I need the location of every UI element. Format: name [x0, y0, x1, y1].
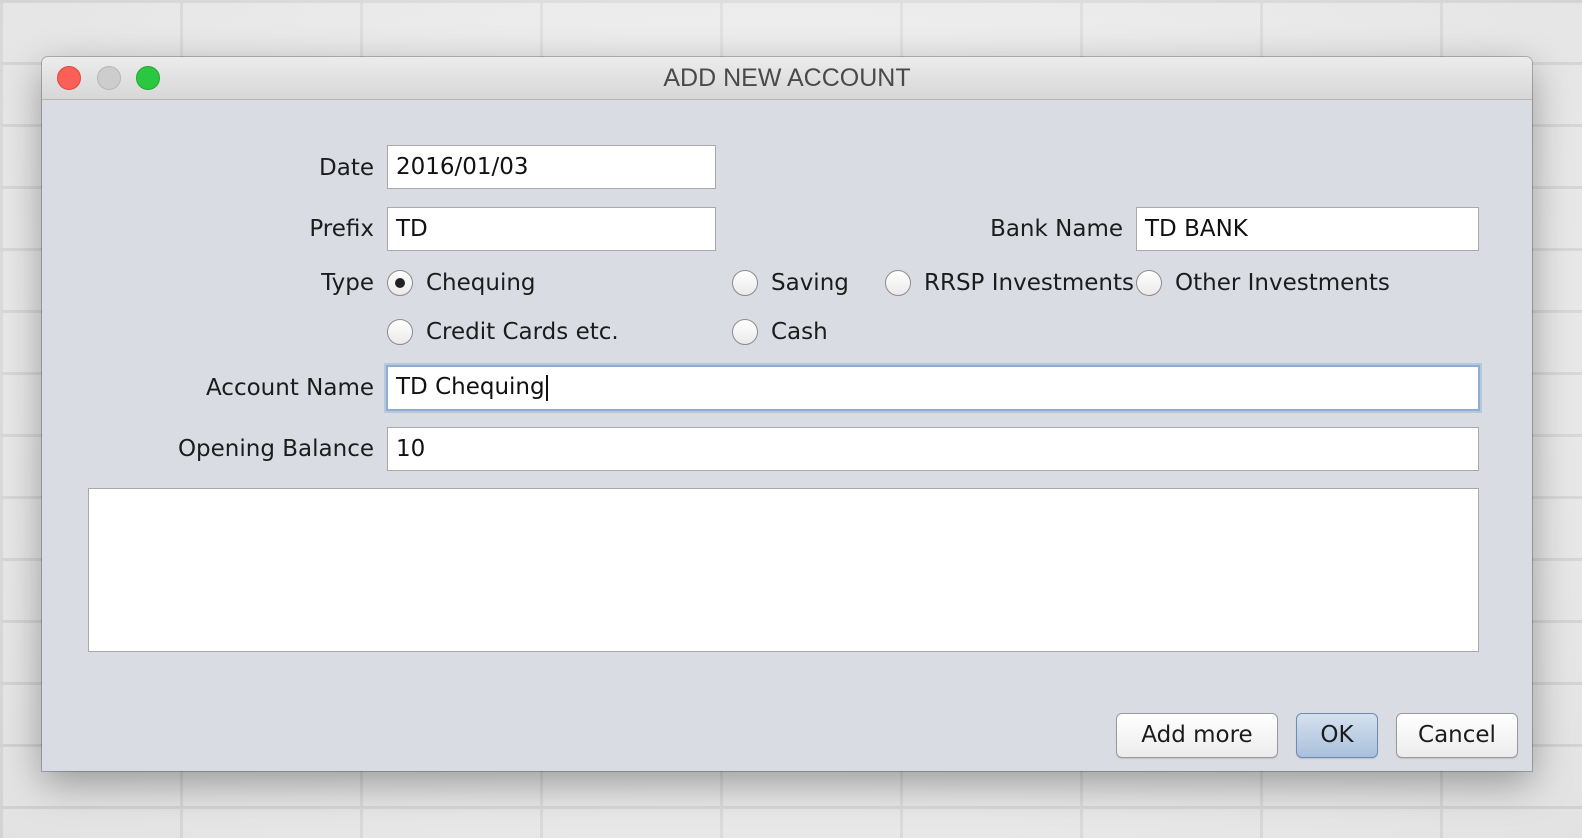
radio-label: Credit Cards etc.	[426, 319, 619, 345]
opening-balance-field[interactable]: 10	[387, 427, 1479, 471]
bank-name-field[interactable]: TD BANK	[1136, 207, 1479, 251]
title-bar[interactable]: ADD NEW ACCOUNT	[42, 57, 1532, 100]
radio-rrsp-investments[interactable]: RRSP Investments	[885, 267, 1134, 299]
account-name-field[interactable]: TD Chequing	[386, 365, 1480, 411]
account-name-value: TD Chequing	[396, 374, 545, 400]
ok-button[interactable]: OK	[1296, 713, 1378, 758]
account-name-label: Account Name	[205, 375, 374, 401]
opening-balance-label: Opening Balance	[177, 436, 374, 462]
radio-label: Cash	[771, 319, 828, 345]
radio-credit-cards[interactable]: Credit Cards etc.	[387, 316, 619, 348]
radio-label: Saving	[771, 270, 849, 296]
radio-unselected-icon	[387, 319, 413, 345]
radio-cash[interactable]: Cash	[732, 316, 828, 348]
notes-textarea[interactable]	[88, 488, 1479, 652]
radio-selected-icon	[387, 270, 413, 296]
radio-unselected-icon	[1136, 270, 1162, 296]
radio-label: RRSP Investments	[924, 270, 1134, 296]
type-label: Type	[321, 270, 374, 296]
radio-unselected-icon	[732, 270, 758, 296]
radio-label: Other Investments	[1175, 270, 1390, 296]
date-label: Date	[319, 155, 374, 181]
radio-chequing[interactable]: Chequing	[387, 267, 536, 299]
add-account-dialog: ADD NEW ACCOUNT Date 2016/01/03 Prefix T…	[42, 57, 1532, 771]
prefix-field[interactable]: TD	[387, 207, 716, 251]
radio-other-investments[interactable]: Other Investments	[1136, 267, 1390, 299]
add-more-button[interactable]: Add more	[1116, 713, 1278, 758]
radio-unselected-icon	[885, 270, 911, 296]
radio-label: Chequing	[426, 270, 536, 296]
window-title: ADD NEW ACCOUNT	[663, 64, 911, 92]
text-caret	[545, 374, 548, 401]
bank-name-label: Bank Name	[990, 216, 1123, 242]
cancel-button[interactable]: Cancel	[1396, 713, 1518, 758]
radio-unselected-icon	[732, 319, 758, 345]
radio-saving[interactable]: Saving	[732, 267, 849, 299]
prefix-label: Prefix	[309, 216, 374, 242]
date-field[interactable]: 2016/01/03	[387, 145, 716, 189]
